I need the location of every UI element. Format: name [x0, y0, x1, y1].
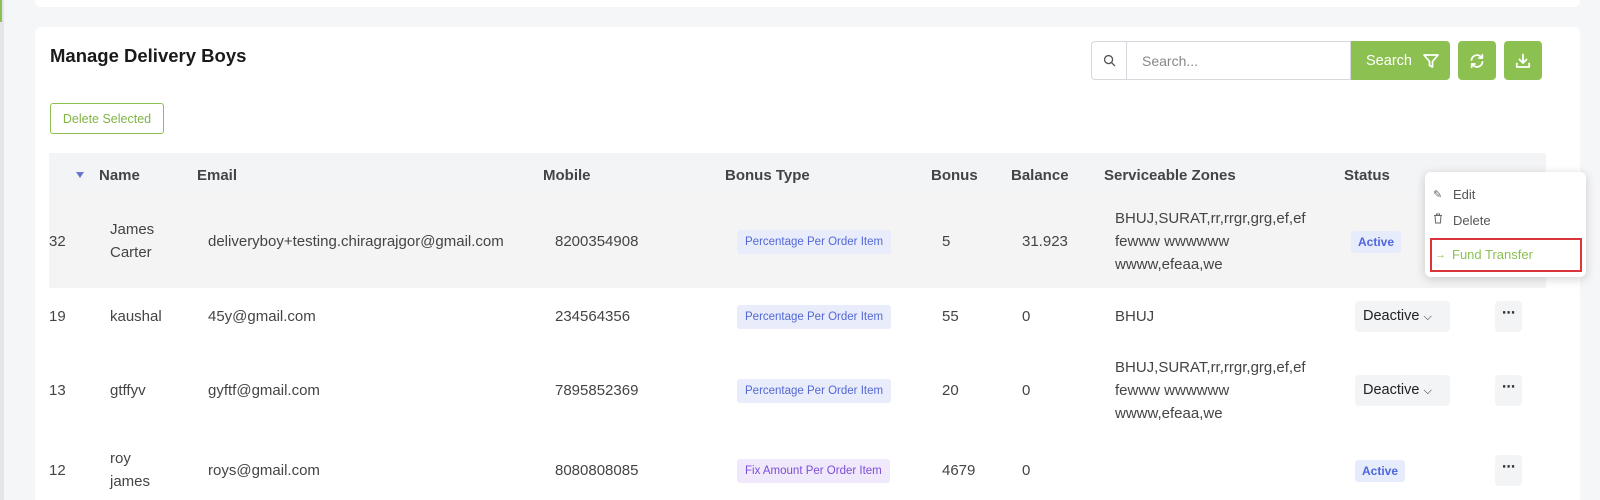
arrow-right-icon: →	[1435, 249, 1446, 261]
filter-button[interactable]	[1412, 41, 1450, 80]
status-select[interactable]: Deactive ⌵	[1355, 375, 1450, 406]
table-row: 12 roy james roys@gmail.com 8080808085 F…	[49, 437, 1546, 500]
status-select-value: Deactive	[1363, 382, 1420, 398]
search-input[interactable]	[1126, 41, 1351, 80]
pencil-icon: ✎	[1433, 189, 1443, 201]
column-header-bonus-type[interactable]: Bonus Type	[725, 167, 810, 184]
bonus-type-badge: Percentage Per Order Item	[737, 379, 892, 403]
row-balance: 31.923	[1022, 233, 1068, 250]
table-header: Name Email Mobile Bonus Type Bonus Balan…	[49, 153, 1546, 196]
download-button[interactable]	[1504, 41, 1542, 80]
row-id: 19	[49, 308, 66, 325]
row-id: 12	[49, 462, 66, 479]
ellipsis-icon: ⋯	[1502, 305, 1515, 320]
row-zones-line2: fewww wwwwww	[1115, 233, 1230, 250]
column-header-zones[interactable]: Serviceable Zones	[1104, 167, 1236, 184]
status-badge: Active	[1355, 460, 1406, 482]
row-bonus: 20	[942, 382, 959, 399]
row-email: gyftf@gmail.com	[208, 382, 320, 399]
row-bonus: 4679	[942, 462, 976, 479]
row-zones-line3: wwww,efeaa,we	[1115, 405, 1223, 422]
search-bar: Search	[1091, 41, 1427, 80]
table-row: 13 gtffyv gyftf@gmail.com 7895852369 Per…	[49, 344, 1546, 437]
table-row: 19 kaushal 45y@gmail.com 234564356 Perce…	[49, 288, 1546, 344]
row-name-last: Carter	[110, 244, 152, 261]
top-card	[35, 0, 1580, 7]
menu-item-edit[interactable]: ✎ Edit	[1433, 184, 1475, 206]
row-zones-line2: fewww wwwwww	[1115, 382, 1230, 399]
left-edge-strip	[0, 0, 4, 500]
page-title: Manage Delivery Boys	[50, 45, 247, 66]
row-id: 13	[49, 382, 66, 399]
row-balance: 0	[1022, 308, 1031, 325]
column-header-bonus[interactable]: Bonus	[931, 167, 978, 184]
more-actions-button[interactable]: ⋯	[1495, 301, 1522, 332]
row-mobile: 234564356	[555, 308, 631, 325]
row-name-first: kaushal	[110, 308, 162, 325]
bonus-type-badge: Percentage Per Order Item	[737, 305, 892, 329]
ellipsis-icon: ⋯	[1502, 379, 1515, 394]
row-id: 32	[49, 233, 66, 250]
delivery-boys-card: Manage Delivery Boys Search Delete Selec…	[35, 27, 1580, 500]
status-badge: Active	[1351, 231, 1402, 253]
row-bonus: 5	[942, 233, 951, 250]
column-header-balance[interactable]: Balance	[1011, 167, 1069, 184]
row-zones-line3: wwww,efeaa,we	[1115, 256, 1223, 273]
download-icon	[1515, 53, 1531, 68]
menu-item-fund-transfer[interactable]: → Fund Transfer	[1430, 238, 1582, 272]
bonus-type-badge: Fix Amount Per Order Item	[737, 459, 890, 483]
status-select[interactable]: Deactive ⌵	[1355, 301, 1450, 332]
row-name-first: gtffyv	[110, 382, 146, 399]
row-name-first: roy	[110, 450, 131, 467]
status-select-value: Deactive	[1363, 308, 1420, 324]
refresh-icon	[1470, 53, 1484, 68]
column-header-status[interactable]: Status	[1344, 167, 1390, 184]
row-name-last: james	[110, 473, 151, 490]
chevron-down-icon: ⌵	[1423, 385, 1432, 397]
column-header-email[interactable]: Email	[197, 167, 237, 184]
table-row: 32 James Carter deliveryboy+testing.chir…	[49, 196, 1546, 288]
more-actions-button[interactable]: ⋯	[1495, 375, 1522, 406]
row-zones-line1: BHUJ,SURAT,rr,rrgr,grg,ef,ef	[1115, 359, 1306, 376]
column-header-mobile[interactable]: Mobile	[543, 167, 591, 184]
row-mobile: 8080808085	[555, 462, 639, 479]
row-balance: 0	[1022, 462, 1031, 479]
search-icon	[1091, 41, 1126, 80]
row-zones-line1: BHUJ,SURAT,rr,rrgr,grg,ef,ef	[1115, 210, 1306, 227]
trash-icon	[1433, 210, 1453, 232]
row-mobile: 8200354908	[555, 233, 639, 250]
menu-item-delete-label: Delete	[1453, 213, 1491, 228]
menu-item-fund-transfer-label: Fund Transfer	[1452, 247, 1533, 262]
row-action-menu: ✎ Edit Delete → Fund Transfer	[1425, 172, 1586, 277]
row-bonus: 55	[942, 308, 959, 325]
row-email: deliveryboy+testing.chiragrajgor@gmail.c…	[208, 233, 504, 250]
row-zones-line1: BHUJ	[1115, 308, 1155, 325]
delete-selected-button[interactable]: Delete Selected	[50, 103, 164, 134]
menu-item-delete[interactable]: Delete	[1433, 210, 1491, 232]
column-header-name[interactable]: Name	[99, 167, 140, 184]
menu-item-edit-label: Edit	[1453, 187, 1476, 202]
chevron-down-icon: ⌵	[1423, 311, 1432, 323]
refresh-button[interactable]	[1458, 41, 1496, 80]
row-email: roys@gmail.com	[208, 462, 320, 479]
row-mobile: 7895852369	[555, 382, 639, 399]
more-actions-button[interactable]: ⋯	[1495, 455, 1522, 486]
ellipsis-icon: ⋯	[1502, 459, 1515, 474]
sort-desc-icon[interactable]	[76, 172, 84, 178]
filter-icon	[1423, 53, 1439, 68]
bonus-type-badge: Percentage Per Order Item	[737, 230, 892, 254]
row-balance: 0	[1022, 382, 1031, 399]
row-email: 45y@gmail.com	[208, 308, 316, 325]
row-name-first: James	[110, 221, 155, 238]
